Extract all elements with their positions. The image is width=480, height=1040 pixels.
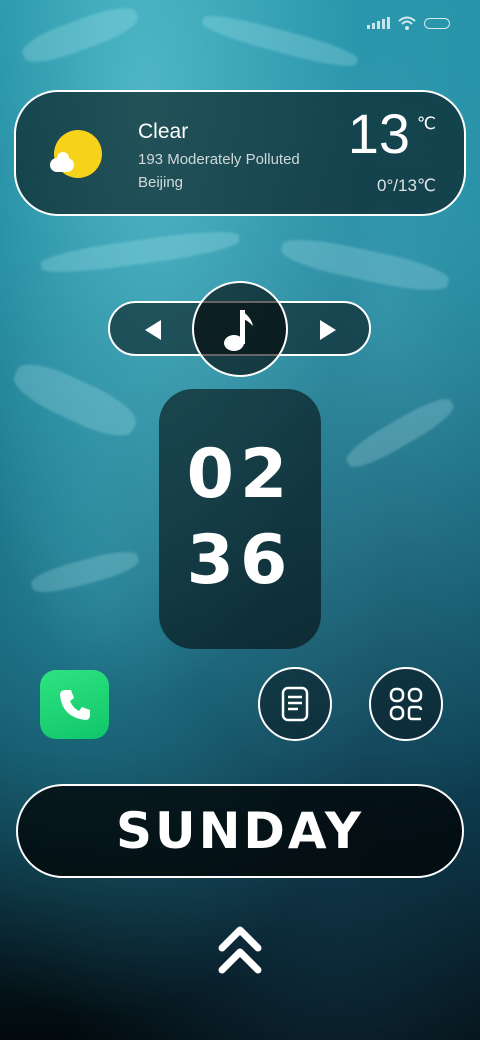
notes-icon <box>281 686 309 722</box>
phone-app-button[interactable] <box>40 670 109 739</box>
city-name: Beijing <box>138 174 184 191</box>
music-play-button[interactable] <box>192 281 288 377</box>
wallpaper-streak <box>28 546 142 598</box>
battery-icon <box>424 17 450 29</box>
wallpaper-streak <box>18 0 142 70</box>
apps-grid-icon <box>389 687 423 721</box>
next-icon <box>320 320 336 340</box>
previous-button[interactable] <box>140 317 166 343</box>
weather-widget[interactable]: Clear 193 Moderately Polluted Beijing 13… <box>14 90 466 216</box>
wallpaper-streak <box>341 391 459 475</box>
signal-icon <box>367 17 390 29</box>
clock-hour: 02 <box>186 435 294 514</box>
current-temperature: 13 <box>347 102 410 165</box>
phone-icon <box>59 689 90 720</box>
clock-widget[interactable]: 02 36 <box>159 389 321 649</box>
wifi-icon <box>398 16 416 30</box>
notes-app-button[interactable] <box>258 667 332 741</box>
clock-minute: 36 <box>186 521 294 600</box>
temperature-range: 0°/13℃ <box>377 176 436 195</box>
apps-drawer-button[interactable] <box>369 667 443 741</box>
air-quality: 193 Moderately Polluted <box>138 151 300 168</box>
wallpaper-streak <box>199 9 361 73</box>
wallpaper-streak <box>278 232 452 298</box>
day-of-week: SUNDAY <box>115 802 365 860</box>
wallpaper-streak <box>7 354 143 446</box>
previous-icon <box>145 320 161 340</box>
wallpaper-streak <box>39 226 241 278</box>
double-chevron-up-icon[interactable] <box>216 922 264 978</box>
day-widget[interactable]: SUNDAY <box>16 784 464 878</box>
status-bar <box>367 16 450 30</box>
lock-screen: Clear 193 Moderately Polluted Beijing 13… <box>0 0 480 1040</box>
weather-condition: Clear <box>138 120 189 143</box>
next-button[interactable] <box>315 317 341 343</box>
music-note-icon <box>224 310 253 351</box>
cloud-icon <box>50 152 74 172</box>
temperature-unit: ℃ <box>416 114 436 133</box>
